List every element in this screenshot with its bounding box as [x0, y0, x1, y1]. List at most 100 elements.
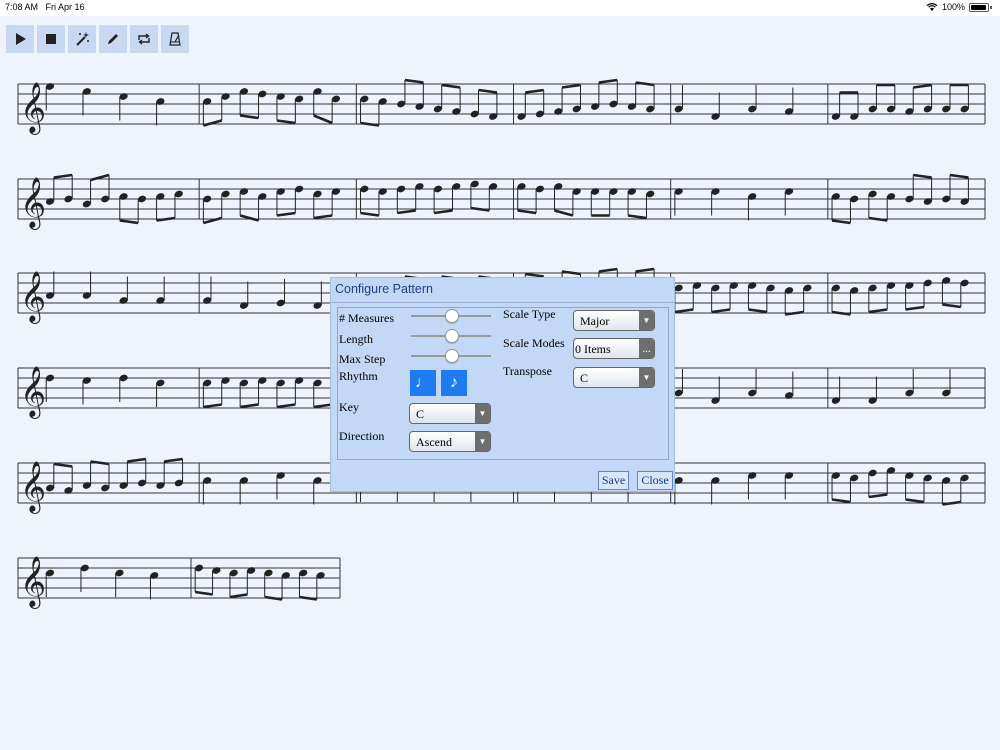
- note-beam: [785, 310, 804, 316]
- note-beam: [156, 216, 176, 222]
- note-beam: [868, 493, 888, 499]
- transpose-select[interactable]: C ▼: [573, 367, 655, 388]
- treble-clef-icon: 𝄞: [20, 556, 46, 609]
- note-beam: [674, 308, 694, 314]
- direction-select[interactable]: Ascend ▼: [409, 431, 491, 452]
- note-beam: [264, 595, 283, 601]
- scale-type-label: Scale Type: [503, 307, 556, 321]
- treble-clef-icon: 𝄞: [20, 271, 46, 324]
- note-beam: [239, 403, 259, 409]
- note-beam: [119, 219, 139, 225]
- note-beam: [404, 78, 424, 84]
- rhythm-label: Rhythm: [339, 369, 378, 383]
- quarter-note-button[interactable]: ♩: [410, 370, 436, 396]
- length-slider-thumb[interactable]: [445, 329, 459, 343]
- note-beam: [203, 119, 223, 127]
- note-beam: [635, 81, 655, 87]
- note-beam: [598, 267, 618, 273]
- note-beam: [313, 214, 333, 220]
- length-label: Length: [339, 332, 373, 346]
- note-beam: [127, 457, 146, 463]
- note-beam: [913, 173, 932, 179]
- max-step-label: Max Step: [339, 352, 386, 366]
- quarter-note-icon: ♩: [415, 374, 431, 391]
- note-beam: [239, 214, 259, 222]
- key-value: C: [416, 407, 425, 421]
- repeat-icon: [138, 33, 150, 45]
- length-slider[interactable]: [411, 329, 491, 343]
- note-beam: [276, 403, 296, 409]
- note-beam: [561, 83, 581, 89]
- max-step-slider-thumb[interactable]: [445, 349, 459, 363]
- repeat-button[interactable]: [130, 25, 158, 53]
- treble-clef-icon: 𝄞: [20, 461, 46, 514]
- note-beam: [163, 457, 183, 463]
- chevron-down-icon: ▼: [639, 368, 654, 387]
- key-select[interactable]: C ▼: [409, 403, 491, 424]
- note-beam: [525, 88, 544, 94]
- note-beam: [831, 219, 851, 225]
- measures-slider-thumb[interactable]: [445, 309, 459, 323]
- chevron-down-icon: ▼: [475, 404, 490, 423]
- eighth-note-icon: ♪: [450, 374, 458, 391]
- max-step-slider[interactable]: [411, 349, 491, 363]
- note-beam: [942, 303, 961, 309]
- direction-value: Ascend: [416, 435, 452, 449]
- generate-button[interactable]: [68, 25, 96, 53]
- dialog-title: Configure Pattern: [335, 282, 433, 296]
- note-beam: [276, 119, 296, 125]
- note-beam: [711, 308, 731, 314]
- note-beam: [229, 593, 248, 599]
- note-beam: [868, 216, 888, 222]
- eighth-note-button[interactable]: ♪: [441, 370, 467, 396]
- stop-icon: [46, 34, 56, 44]
- note-beam: [90, 460, 110, 466]
- close-button[interactable]: Close: [637, 471, 673, 490]
- edit-button[interactable]: [99, 25, 127, 53]
- save-button[interactable]: Save: [598, 471, 629, 490]
- note-beam: [831, 498, 851, 504]
- transpose-value: C: [580, 371, 589, 385]
- chevron-down-icon: ▼: [639, 311, 654, 330]
- note-beam: [561, 270, 581, 276]
- metronome-icon: [169, 32, 181, 46]
- play-button[interactable]: [6, 25, 34, 53]
- note-beam: [299, 595, 318, 601]
- measures-slider[interactable]: [411, 309, 491, 323]
- key-label: Key: [339, 400, 359, 414]
- more-icon: ...: [639, 339, 654, 358]
- note-beam: [441, 83, 461, 89]
- measures-label: # Measures: [339, 311, 394, 325]
- scale-type-select[interactable]: Major ▼: [573, 310, 655, 331]
- stop-button[interactable]: [37, 25, 65, 53]
- note-beam: [53, 173, 73, 179]
- dialog-divider: [331, 302, 674, 303]
- note-beam: [831, 310, 851, 316]
- note-beam: [748, 308, 768, 314]
- note-beam: [195, 590, 213, 596]
- note-beam: [53, 462, 73, 468]
- note-beam: [598, 78, 618, 84]
- note-beam: [360, 121, 380, 127]
- note-beam: [554, 209, 574, 217]
- scale-modes-select[interactable]: 0 Items ...: [573, 338, 655, 359]
- note-beam: [203, 403, 222, 409]
- note-beam: [949, 173, 969, 179]
- note-beam: [905, 305, 925, 311]
- chevron-down-icon: ▼: [475, 432, 490, 451]
- toolbar: [6, 25, 189, 53]
- direction-label: Direction: [339, 429, 385, 443]
- note-beam: [517, 209, 537, 215]
- play-icon: [16, 33, 26, 45]
- treble-clef-icon: 𝄞: [20, 177, 46, 230]
- metronome-button[interactable]: [161, 25, 189, 53]
- note-beam: [635, 267, 655, 273]
- note-beam: [470, 206, 490, 212]
- transpose-label: Transpose: [503, 364, 552, 378]
- note-beam: [360, 211, 380, 217]
- configure-pattern-dialog: Configure Pattern # Measures Length Max …: [330, 277, 675, 492]
- note-beam: [942, 500, 961, 506]
- note-beam: [313, 114, 333, 125]
- scale-type-value: Major: [580, 314, 610, 328]
- note-beam: [433, 209, 453, 215]
